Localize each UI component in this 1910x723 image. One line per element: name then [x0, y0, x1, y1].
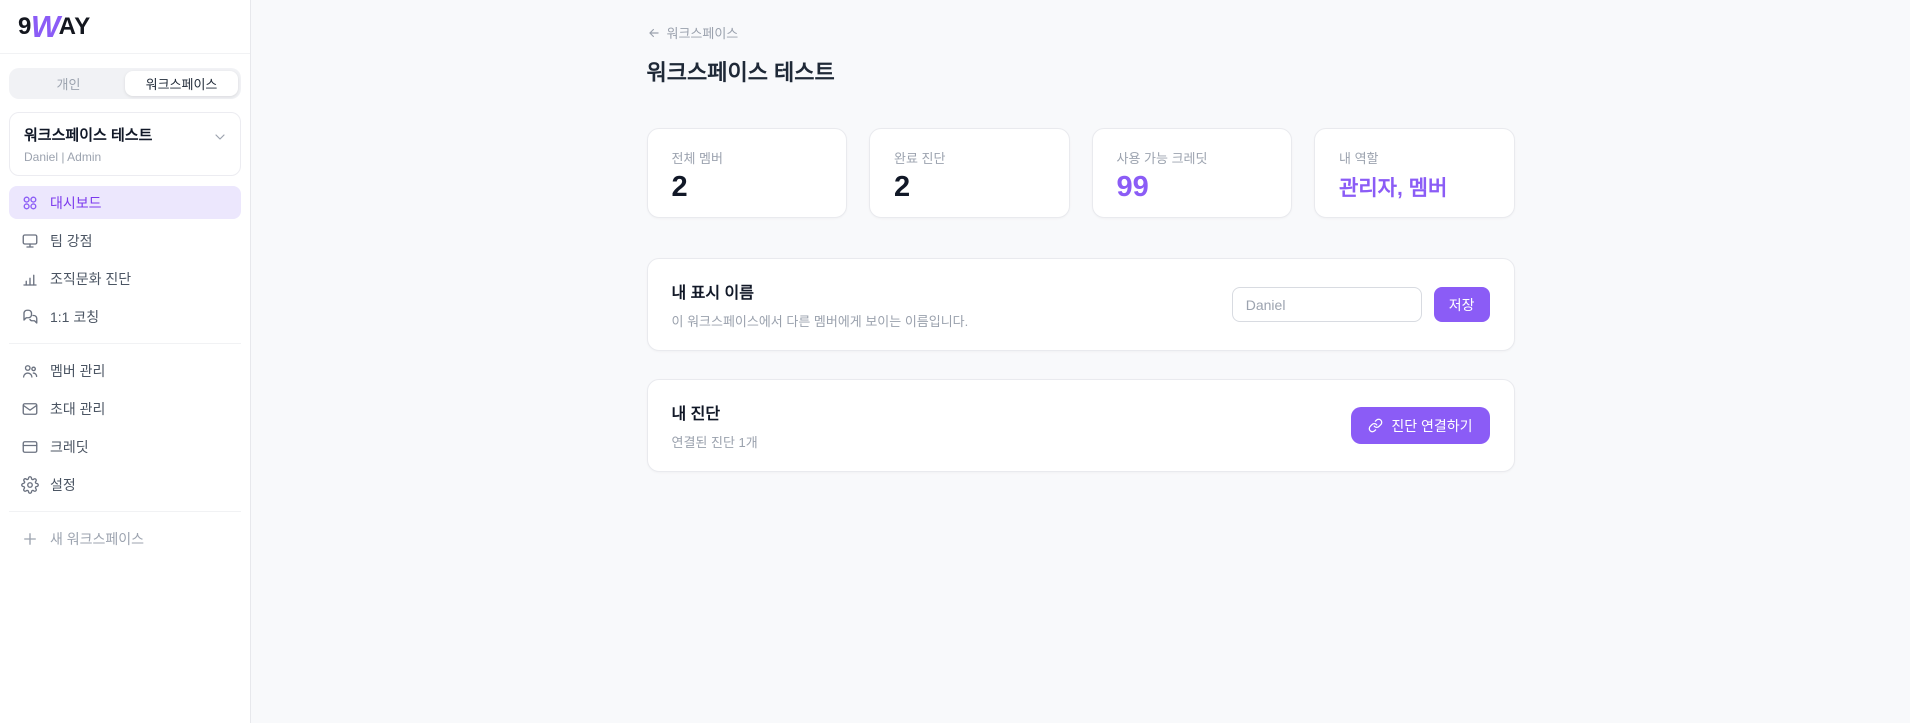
gear-icon: [21, 475, 39, 494]
main-area: 워크스페이스 워크스페이스 테스트 전체 멤버 2 완료 진단 2 사용 가능 …: [251, 0, 1910, 723]
stat-value: 관리자, 멤버: [1339, 177, 1448, 200]
my-diagnosis-card-text: 내 진단 연결된 진단 1개: [672, 400, 758, 451]
logo-prefix: 9: [18, 12, 32, 40]
new-workspace-button[interactable]: 새 워크스페이스: [9, 522, 241, 555]
connect-diagnosis-button[interactable]: 진단 연결하기: [1351, 407, 1490, 444]
workspace-subtitle: Daniel | Admin: [24, 150, 102, 164]
stat-value: 2: [894, 171, 911, 203]
new-workspace-label: 새 워크스페이스: [50, 530, 145, 547]
display-name-title: 내 표시 이름: [671, 285, 755, 302]
sidebar-item-dashboard[interactable]: 대시보드: [9, 186, 241, 219]
users-icon: [21, 362, 39, 380]
back-link-label: 워크스페이스: [666, 26, 739, 41]
display-name-description: 이 워크스페이스에서 다른 멤버에게 보이는 이름입니다.: [671, 314, 969, 329]
back-arrow-icon: [647, 26, 661, 40]
chevron-down-icon: [212, 129, 228, 150]
sidebar: 9 W AY 개인 워크스페이스 워크스페이스 테스트 Daniel | Adm…: [0, 0, 251, 723]
stat-label: 완료 진단: [894, 151, 946, 166]
workspace-name: 워크스페이스 테스트: [24, 127, 153, 144]
sidebar-item-credits[interactable]: 크레딧: [9, 430, 241, 463]
save-button[interactable]: 저장: [1433, 287, 1490, 322]
sidebar-item-label: 팀 강점: [50, 232, 93, 249]
display-name-card-text: 내 표시 이름 이 워크스페이스에서 다른 멤버에게 보이는 이름입니다.: [672, 279, 969, 330]
back-link[interactable]: 워크스페이스: [647, 23, 739, 42]
sidebar-item-coaching[interactable]: 1:1 코칭: [9, 300, 241, 333]
page-title: 워크스페이스 테스트: [646, 60, 835, 85]
monitor-icon: [21, 232, 39, 250]
sidebar-item-invite-management[interactable]: 초대 관리: [9, 392, 241, 425]
display-name-card: 내 표시 이름 이 워크스페이스에서 다른 멤버에게 보이는 이름입니다. 저장: [646, 258, 1515, 351]
sidebar-item-culture-diagnosis[interactable]: 조직문화 진단: [9, 262, 241, 295]
brand-logo[interactable]: 9 W AY: [18, 11, 91, 42]
bar-chart-icon: [21, 270, 39, 288]
tab-workspace[interactable]: 워크스페이스: [125, 71, 238, 96]
sidebar-item-label: 멤버 관리: [50, 362, 106, 379]
stats-row: 전체 멤버 2 완료 진단 2 사용 가능 크레딧 99 내 역할 관리자, 멤…: [646, 128, 1515, 218]
sidebar-divider: [9, 343, 241, 344]
my-diagnosis-card: 내 진단 연결된 진단 1개 진단 연결하기: [646, 379, 1515, 472]
chat-bubbles-icon: [21, 308, 39, 326]
link-icon: [1368, 418, 1383, 433]
credit-card-icon: [21, 438, 39, 456]
logo-w-mark: W: [30, 9, 61, 44]
stat-label: 사용 가능 크레딧: [1116, 151, 1208, 166]
dashboard-icon: [21, 194, 39, 212]
stat-value: 2: [671, 171, 688, 203]
sidebar-item-label: 조직문화 진단: [50, 270, 132, 287]
logo-suffix: AY: [58, 12, 91, 40]
mail-icon: [21, 400, 39, 418]
sidebar-item-label: 설정: [50, 476, 76, 493]
sidebar-item-label: 초대 관리: [50, 400, 106, 417]
stat-label: 전체 멤버: [671, 151, 723, 166]
sidebar-item-label: 크레딧: [50, 438, 89, 455]
plus-icon: [21, 530, 39, 548]
stat-value: 99: [1116, 171, 1149, 203]
my-diagnosis-subtitle: 연결된 진단 1개: [671, 435, 758, 450]
stat-label: 내 역할: [1339, 151, 1379, 166]
display-name-input[interactable]: [1231, 287, 1422, 322]
sidebar-item-label: 1:1 코칭: [50, 308, 100, 325]
display-name-form: 저장: [1231, 287, 1490, 322]
stat-card-completed-diagnoses: 완료 진단 2: [869, 128, 1070, 218]
sidebar-header: 9 W AY: [0, 0, 250, 54]
sidebar-divider: [9, 511, 241, 512]
sidebar-nav: 대시보드 팀 강점 조직문화 진단 1:1 코칭 멤버 관리 초대 관리 크레딧…: [0, 186, 250, 560]
stat-card-total-members: 전체 멤버 2: [646, 128, 847, 218]
tab-personal[interactable]: 개인: [12, 71, 125, 96]
workspace-selector[interactable]: 워크스페이스 테스트 Daniel | Admin: [9, 112, 241, 176]
stat-card-available-credits: 사용 가능 크레딧 99: [1091, 128, 1292, 218]
connect-diagnosis-label: 진단 연결하기: [1391, 417, 1473, 434]
stat-card-my-role: 내 역할 관리자, 멤버: [1314, 128, 1515, 218]
my-diagnosis-title: 내 진단: [671, 406, 721, 423]
sidebar-item-settings[interactable]: 설정: [9, 468, 241, 501]
sidebar-item-team-strengths[interactable]: 팀 강점: [9, 224, 241, 257]
scope-tabbar: 개인 워크스페이스: [9, 68, 241, 99]
sidebar-item-member-management[interactable]: 멤버 관리: [9, 354, 241, 387]
sidebar-item-label: 대시보드: [50, 194, 102, 211]
